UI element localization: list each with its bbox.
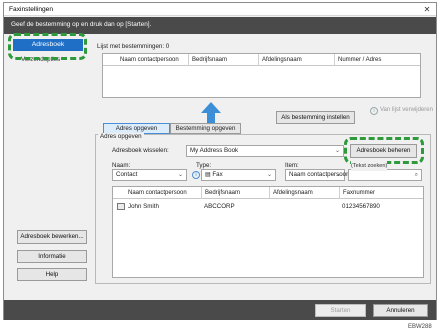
item-label: Item: [285,162,299,169]
contact-list-header: Naam contactpersoon Bedrijfsnaam Afdelin… [113,187,423,199]
instruction-text: Geef de bestemming op en druk dan op [St… [11,21,152,28]
destination-list-label: Lijst met bestemmingen: 0 [97,43,170,50]
type-select[interactable]: ▤ Fax ⌄ [201,169,276,181]
start-button[interactable]: Starten [315,304,366,317]
tab-bestemming-opgeven[interactable]: Bestemming opgeven [170,123,241,134]
edit-address-book-button[interactable]: Adresboek bewerken... [17,230,87,244]
instruction-banner: Geef de bestemming op en druk dan op [St… [4,17,436,34]
remove-from-list-link[interactable]: Van lijst verwijderen [380,107,433,113]
window-title: Faxinstellingen [9,6,53,13]
info-icon: i [370,107,378,115]
type-label: Type: [196,162,212,169]
column-header[interactable]: Naam contactpersoon [117,54,189,66]
highlight-manage-button [344,137,424,164]
destination-list[interactable]: Naam contactpersoon Bedrijfsnaam Afdelin… [102,53,421,98]
name-select[interactable]: Contact ⌄ [112,169,187,181]
item-select[interactable]: Naam contactpersoon ⌄ [285,169,350,181]
highlight-adresboek [8,33,87,60]
column-header[interactable]: Afdelingsnaam [259,54,335,66]
arrow-up-icon[interactable] [200,101,222,125]
column-header[interactable]: Bedrijfsnaam [189,54,259,66]
address-section-label: Adres opgeven [98,133,144,140]
cancel-button[interactable]: Annuleren [373,304,428,317]
column-header[interactable]: Bedrijfsnaam [202,187,270,199]
fax-icon: ▤ [205,172,211,178]
fax-settings-dialog: Faxinstellingen ✕ Geef de bestemming op … [3,2,437,320]
address-book-select[interactable]: My Address Book ⌄ [186,145,344,157]
info-icon: i [192,171,200,179]
column-header[interactable]: Afdelingsnaam [270,187,340,199]
search-icon[interactable]: ⌕ [415,170,418,180]
title-bar: Faxinstellingen ✕ [4,3,436,16]
contact-list[interactable]: Naam contactpersoon Bedrijfsnaam Afdelin… [112,186,424,278]
name-label: Naam: [112,162,131,169]
search-input[interactable]: (Tekst zoeken) ⌕ [348,161,422,181]
switch-address-book-label: Adresboek wisselen: [112,147,169,154]
chevron-down-icon: ⌄ [266,172,272,178]
column-header[interactable]: Naam contactpersoon [125,187,202,199]
help-button[interactable]: Help [17,268,87,281]
column-header[interactable]: Nummer / Adres [335,54,420,66]
table-row[interactable]: John Smith ABCCORP 01234567890 [113,202,423,213]
set-as-destination-button[interactable]: Als bestemming instellen [276,111,355,124]
footer-bar: Starten Annuleren [4,300,436,320]
chevron-down-icon: ⌄ [334,148,340,154]
close-icon[interactable]: ✕ [421,4,433,15]
figure-code: EBW288 [408,324,432,330]
contact-card-icon [117,203,125,210]
chevron-down-icon: ⌄ [335,172,341,178]
information-button[interactable]: Informatie [17,250,87,263]
column-header[interactable]: Faxnummer [340,187,423,199]
chevron-down-icon: ⌄ [177,172,183,178]
destination-list-header: Naam contactpersoon Bedrijfsnaam Afdelin… [103,54,420,66]
